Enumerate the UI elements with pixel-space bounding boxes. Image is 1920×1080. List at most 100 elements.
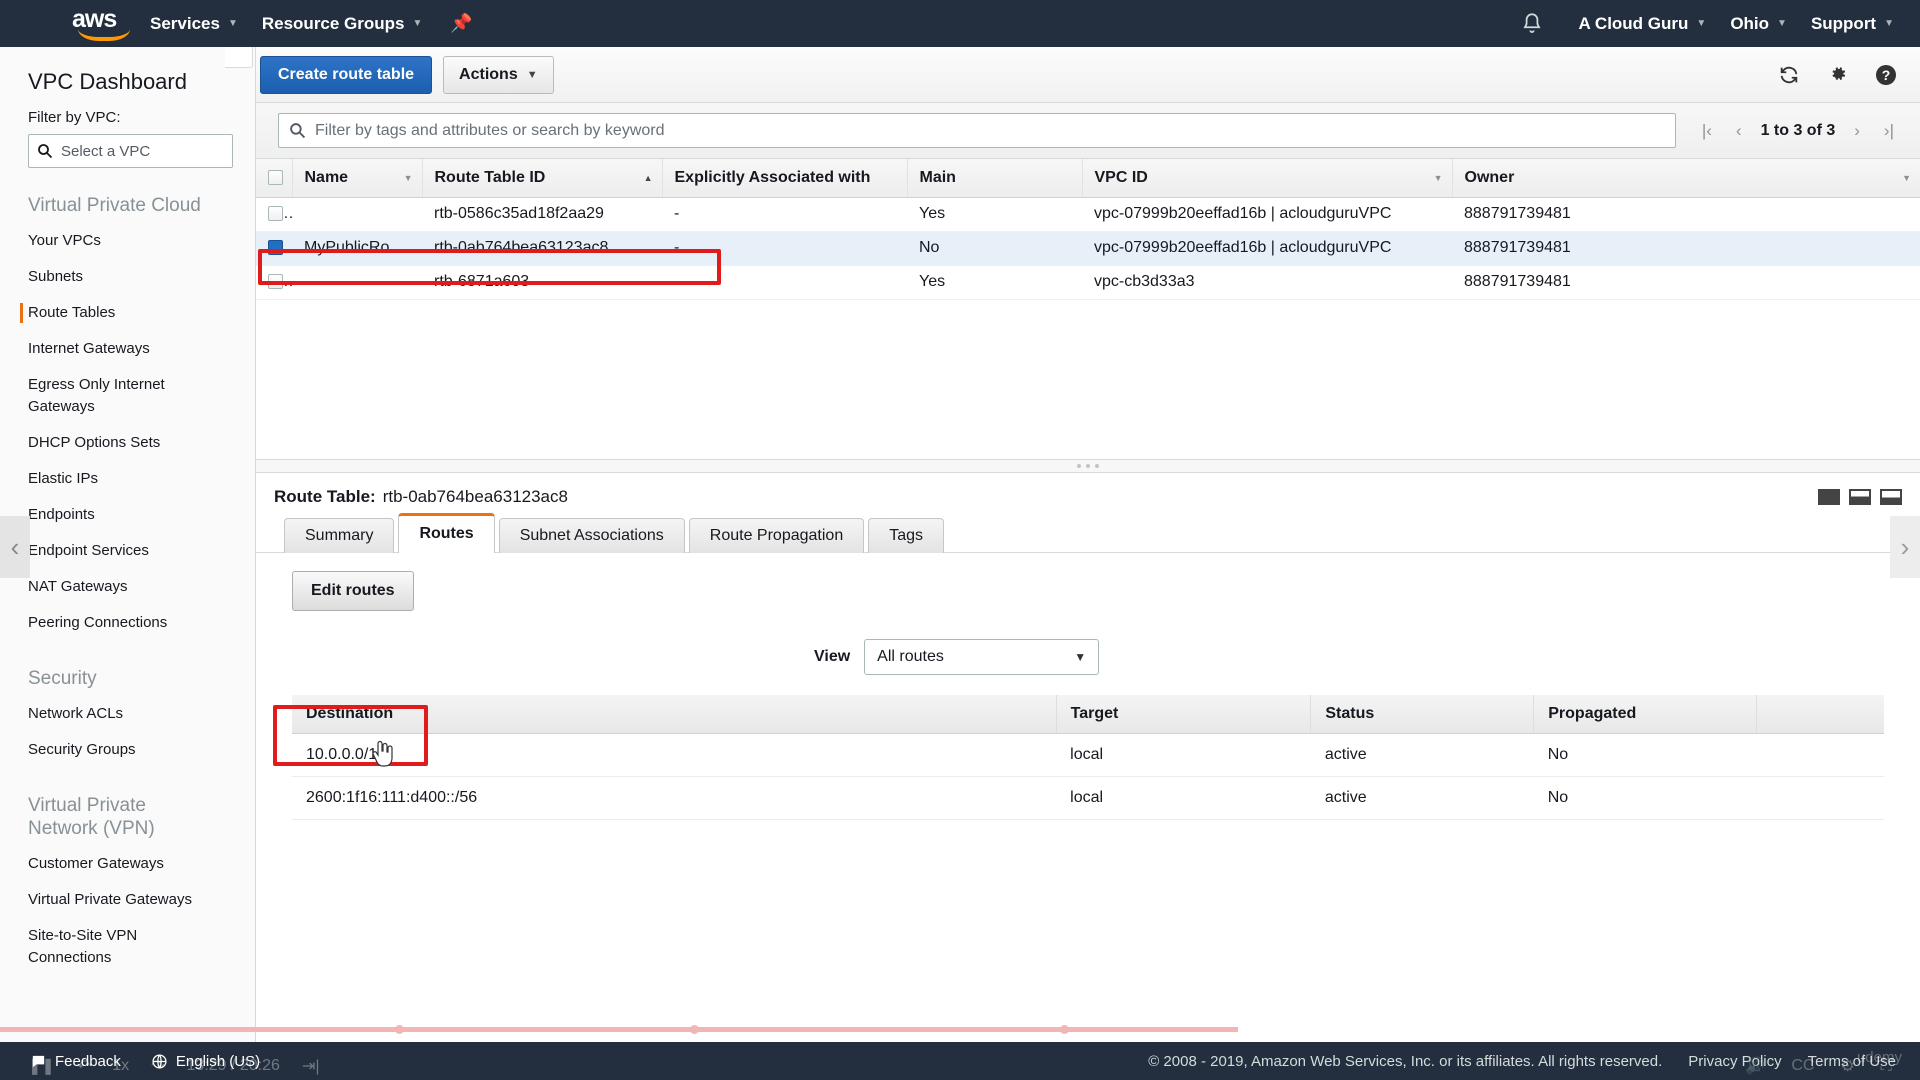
- gear-icon[interactable]: [1826, 64, 1848, 86]
- next-page-icon[interactable]: ›: [1842, 121, 1872, 141]
- feedback-link[interactable]: Feedback: [30, 1053, 121, 1070]
- sidebar-item-peering-connections[interactable]: Peering Connections: [0, 605, 255, 641]
- first-page-icon[interactable]: |‹: [1690, 121, 1724, 141]
- chevron-down-icon: ▼: [1696, 18, 1706, 29]
- sidebar-item-elastic-ips[interactable]: Elastic IPs: [0, 461, 255, 497]
- sidebar-item-endpoints[interactable]: Endpoints: [0, 497, 255, 533]
- sidebar-item-egress-only-internet-gateways[interactable]: Egress Only Internet Gateways: [0, 367, 255, 425]
- chevron-down-icon: ▼: [1434, 173, 1443, 183]
- nav-region-menu[interactable]: Ohio ▼: [1718, 0, 1799, 47]
- cell-vpc-id-link[interactable]: vpc-cb3d33a3: [1082, 265, 1452, 299]
- view-select[interactable]: All routes ▼: [864, 639, 1099, 675]
- table-row[interactable]: MyPublicRo… rtb-0ab764bea63123ac8 - No v…: [256, 231, 1920, 265]
- row-checkbox[interactable]: [268, 206, 283, 221]
- sidebar-item-subnets[interactable]: Subnets: [0, 259, 255, 295]
- panel-half-icon[interactable]: [1849, 489, 1871, 505]
- notifications-bell-icon[interactable]: [1519, 11, 1545, 37]
- panel-splitter[interactable]: [256, 459, 1920, 473]
- routes-column-spacer: [1757, 695, 1884, 733]
- right-edge-nav-handle[interactable]: ›: [1890, 516, 1920, 578]
- cell-name: [292, 265, 422, 299]
- last-page-icon[interactable]: ›|: [1872, 121, 1906, 141]
- tab-route-propagation[interactable]: Route Propagation: [689, 518, 864, 553]
- column-label-explicitly-associated-with: Explicitly Associated with: [675, 169, 871, 186]
- prev-page-icon[interactable]: ‹: [1724, 121, 1754, 141]
- nav-support-menu[interactable]: Support ▼: [1799, 0, 1906, 47]
- top-navigation-bar: aws Services ▼ Resource Groups ▼ 📌 A Clo…: [0, 0, 1920, 47]
- cell-main: No: [907, 231, 1082, 265]
- pagination-controls: |‹ ‹ 1 to 3 of 3 › ›|: [1676, 121, 1906, 141]
- tab-summary[interactable]: Summary: [284, 518, 394, 553]
- nav-resource-groups[interactable]: Resource Groups ▼: [250, 0, 435, 47]
- select-all-checkbox[interactable]: [268, 170, 283, 185]
- column-header-route-table-id[interactable]: Route Table ID ▲: [422, 159, 662, 197]
- nav-services-label: Services: [150, 14, 220, 34]
- terms-of-use-link[interactable]: Terms of Use: [1808, 1053, 1896, 1070]
- left-edge-nav-handle[interactable]: ‹: [0, 516, 30, 578]
- grip-dot: [1077, 464, 1081, 468]
- nav-account-menu[interactable]: A Cloud Guru ▼: [1567, 0, 1719, 47]
- column-header-vpc-id[interactable]: VPC ID ▼: [1082, 159, 1452, 197]
- cell-vpc-id-link[interactable]: vpc-07999b20eeffad16b | acloudguruVPC: [1082, 231, 1452, 265]
- table-row[interactable]: rtb-6871a603 - Yes vpc-cb3d33a3 88879173…: [256, 265, 1920, 299]
- cell-vpc-id-link[interactable]: vpc-07999b20eeffad16b | acloudguruVPC: [1082, 197, 1452, 231]
- main-content: Create route table Actions ▼: [256, 47, 1920, 1057]
- sidebar-item-internet-gateways[interactable]: Internet Gateways: [0, 331, 255, 367]
- aws-logo[interactable]: aws: [72, 9, 138, 39]
- row-checkbox[interactable]: [268, 274, 283, 289]
- edit-routes-button[interactable]: Edit routes: [292, 571, 414, 611]
- table-row[interactable]: rtb-0586c35ad18f2aa29 - Yes vpc-07999b20…: [256, 197, 1920, 231]
- sidebar-item-nat-gateways[interactable]: NAT Gateways: [0, 569, 255, 605]
- routes-row: 2600:1f16:111:d400::/56 local active No: [292, 776, 1884, 819]
- cell-route-table-id: rtb-0586c35ad18f2aa29: [422, 197, 662, 231]
- panel-minimize-icon[interactable]: [1880, 489, 1902, 505]
- routes-cell-target: local: [1056, 776, 1311, 819]
- panel-maximize-icon[interactable]: [1818, 489, 1840, 505]
- tab-subnet-associations[interactable]: Subnet Associations: [499, 518, 685, 553]
- column-label-owner: Owner: [1465, 169, 1515, 186]
- refresh-icon[interactable]: [1778, 64, 1800, 86]
- routes-column-propagated: Propagated: [1534, 695, 1757, 733]
- sidebar-item-route-tables[interactable]: Route Tables: [0, 295, 255, 331]
- privacy-policy-link[interactable]: Privacy Policy: [1688, 1053, 1781, 1070]
- row-checkbox[interactable]: [268, 240, 283, 255]
- cell-name: MyPublicRo…: [292, 231, 422, 265]
- vpc-select-input[interactable]: Select a VPC: [28, 134, 233, 168]
- search-input[interactable]: [315, 122, 1665, 140]
- sidebar-item-security-groups[interactable]: Security Groups: [0, 732, 255, 768]
- routes-cell-status: active: [1311, 733, 1534, 776]
- vpc-select-placeholder: Select a VPC: [61, 143, 150, 160]
- aws-logo-text: aws: [72, 9, 138, 29]
- column-header-owner[interactable]: Owner ▼: [1452, 159, 1920, 197]
- create-route-table-button[interactable]: Create route table: [260, 56, 432, 94]
- sidebar-item-dhcp-options-sets[interactable]: DHCP Options Sets: [0, 425, 255, 461]
- row-checkbox-cell[interactable]: [256, 231, 292, 265]
- chevron-down-icon: ▼: [1777, 18, 1787, 29]
- row-checkbox-cell[interactable]: [256, 197, 292, 231]
- column-header-explicitly-associated-with[interactable]: Explicitly Associated with: [662, 159, 907, 197]
- route-tables-list: Name ▼ Route Table ID ▲ Explicitly Assoc…: [256, 159, 1920, 459]
- help-icon[interactable]: ?: [1874, 63, 1898, 87]
- sidebar-item-site-to-site-vpn-connections[interactable]: Site-to-Site VPN Connections: [0, 918, 255, 976]
- footer-right-group: © 2008 - 2019, Amazon Web Services, Inc.…: [1148, 1053, 1920, 1070]
- sidebar-item-network-acls[interactable]: Network ACLs: [0, 696, 255, 732]
- row-checkbox-cell[interactable]: [256, 265, 292, 299]
- actions-button[interactable]: Actions ▼: [443, 56, 554, 94]
- cell-name: [292, 197, 422, 231]
- column-label-vpc-id: VPC ID: [1095, 169, 1148, 186]
- sidebar-item-customer-gateways[interactable]: Customer Gateways: [0, 846, 255, 882]
- search-box[interactable]: [278, 113, 1676, 148]
- tab-tags[interactable]: Tags: [868, 518, 944, 553]
- sidebar-item-endpoint-services[interactable]: Endpoint Services: [0, 533, 255, 569]
- pin-icon[interactable]: 📌: [434, 13, 488, 34]
- nav-support-label: Support: [1811, 14, 1876, 34]
- tab-routes[interactable]: Routes: [398, 513, 494, 553]
- language-selector[interactable]: English (US): [151, 1053, 260, 1070]
- column-header-name[interactable]: Name ▼: [292, 159, 422, 197]
- sidebar-item-virtual-private-gateways[interactable]: Virtual Private Gateways: [0, 882, 255, 918]
- column-header-main[interactable]: Main: [907, 159, 1082, 197]
- sidebar-item-your-vpcs[interactable]: Your VPCs: [0, 223, 255, 259]
- select-all-header[interactable]: [256, 159, 292, 197]
- view-label: View: [814, 648, 850, 666]
- nav-services[interactable]: Services ▼: [138, 0, 250, 47]
